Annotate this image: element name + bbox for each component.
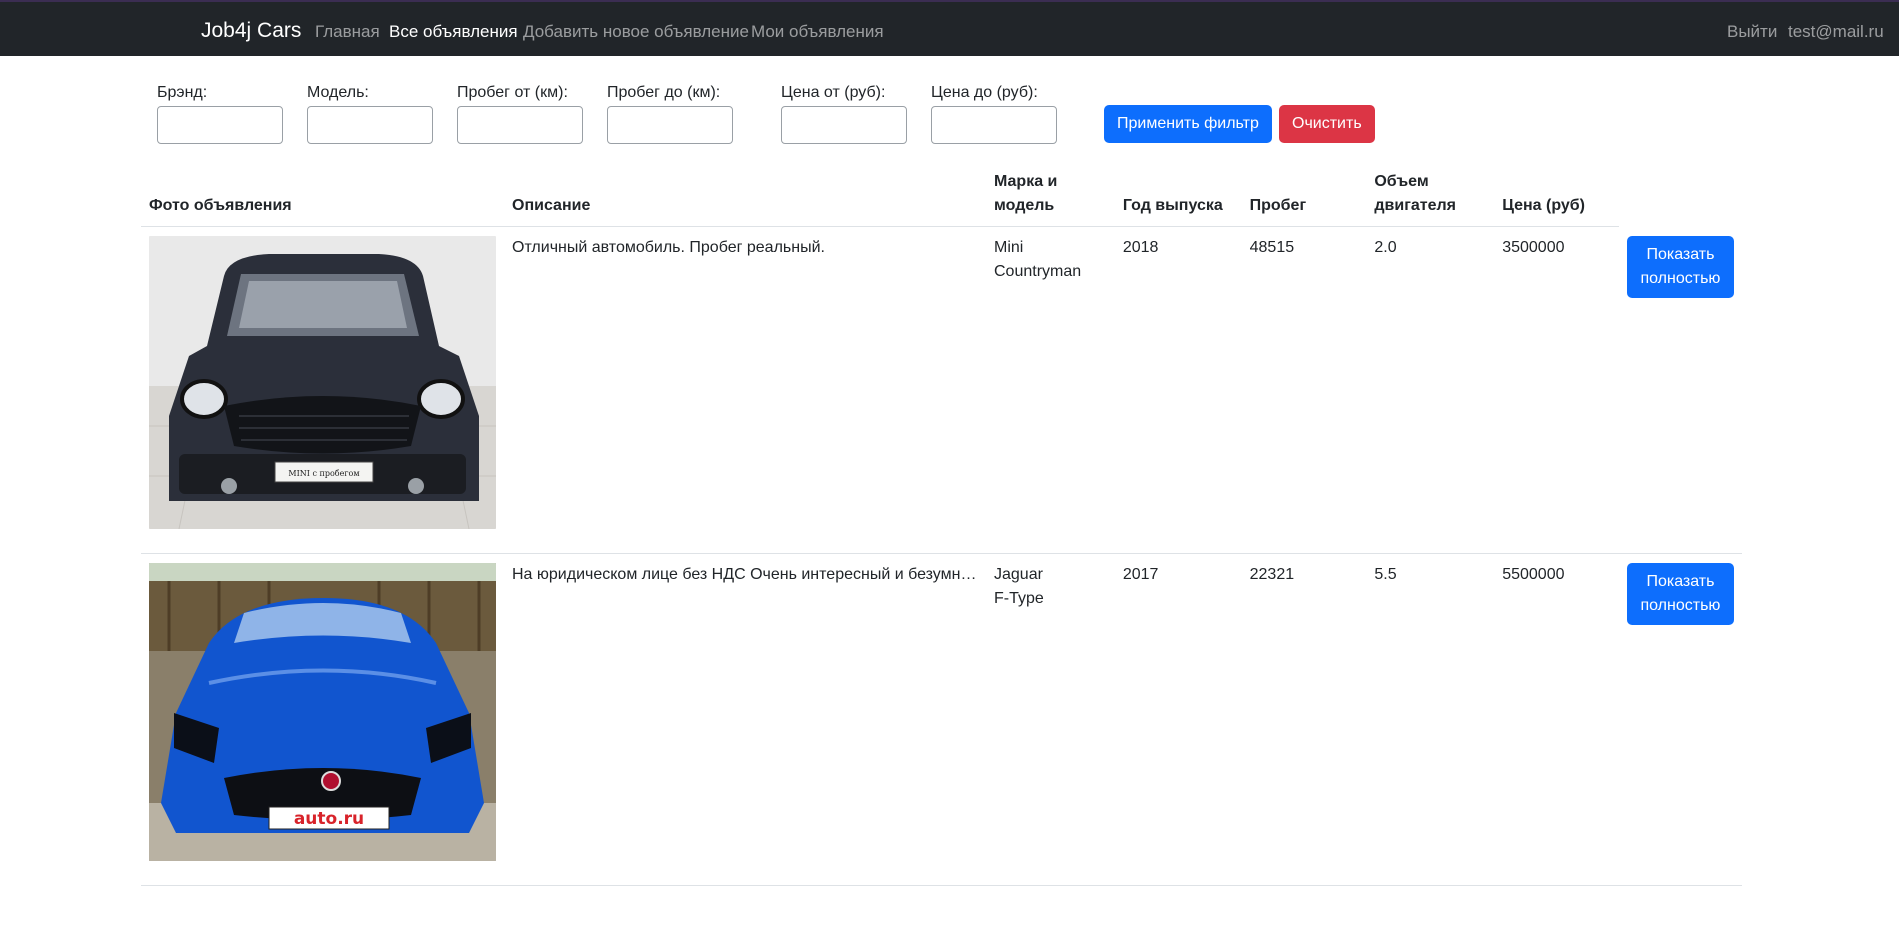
apply-filter-button[interactable]: Применить фильтр: [1104, 105, 1272, 143]
model-filter: Модель:: [307, 84, 433, 144]
engine-cell: 2.0: [1366, 226, 1495, 554]
col-price: Цена (руб): [1494, 166, 1619, 227]
photo-cell: MINI с пробегом: [141, 226, 504, 554]
mileage-cell: 22321: [1241, 553, 1367, 886]
nav-home[interactable]: Главная: [315, 22, 380, 42]
ad-description: Отличный автомобиль. Пробег реальный.: [512, 239, 825, 256]
car-make: Mini: [994, 239, 1024, 256]
brand-filter: Брэнд:: [157, 84, 283, 144]
table-row: auto.ru На юридическом лице без НДС Очен…: [141, 553, 1742, 886]
nav-logout[interactable]: Выйти: [1727, 22, 1777, 42]
brand-logo[interactable]: Job4j Cars: [201, 19, 301, 43]
filter-form: Брэнд: Модель: Пробег от (км): Пробег до…: [0, 84, 1899, 154]
mileage-from-input[interactable]: [457, 106, 583, 144]
price-from-filter: Цена от (руб):: [781, 84, 907, 144]
table-header-row: Фото объявления Описание Марка и модель …: [141, 166, 1742, 227]
table-row: MINI с пробегом Отличный автомобиль. Про…: [141, 226, 1742, 554]
make-model-cell: Jaguar F-Type: [986, 553, 1115, 886]
car-model: Countryman: [994, 263, 1082, 280]
price-cell: 3500000: [1494, 226, 1619, 554]
show-full-button[interactable]: Показать полностью: [1626, 563, 1734, 625]
price-from-input[interactable]: [781, 106, 907, 144]
car-photo-jaguar[interactable]: auto.ru: [149, 563, 496, 861]
col-mileage: Пробег: [1241, 166, 1367, 227]
ads-table: Фото объявления Описание Марка и модель …: [141, 166, 1742, 886]
car-photo-mini[interactable]: MINI с пробегом: [149, 236, 496, 529]
price-to-input[interactable]: [931, 106, 1057, 144]
price-cell: 5500000: [1494, 553, 1619, 886]
action-cell: Показать полностью: [1618, 553, 1742, 886]
photo-cell: auto.ru: [141, 553, 504, 886]
brand-input[interactable]: [157, 106, 283, 144]
col-make-model: Марка и модель: [986, 166, 1115, 227]
price-from-label: Цена от (руб):: [781, 84, 886, 101]
nav-add-ad[interactable]: Добавить новое объявление: [523, 22, 749, 42]
mileage-from-label: Пробег от (км):: [457, 84, 568, 101]
model-input[interactable]: [307, 106, 433, 144]
ad-description: На юридическом лице без НДС Очень интере…: [512, 566, 978, 583]
mileage-to-label: Пробег до (км):: [607, 84, 721, 101]
mini-plate-text: MINI с пробегом: [288, 469, 359, 478]
show-full-button[interactable]: Показать полностью: [1626, 235, 1734, 298]
make-model-cell: Mini Countryman: [986, 226, 1115, 554]
nav-my-ads[interactable]: Мои объявления: [751, 22, 884, 42]
col-engine: Объем двигателя: [1366, 166, 1495, 227]
nav-user-email[interactable]: test@mail.ru: [1788, 22, 1884, 42]
col-year: Год выпуска: [1114, 166, 1242, 227]
mileage-from-filter: Пробег от (км):: [457, 84, 583, 144]
jaguar-plate-text: auto.ru: [294, 809, 364, 829]
model-label: Модель:: [307, 84, 369, 101]
description-cell: Отличный автомобиль. Пробег реальный.: [504, 226, 986, 554]
description-cell: На юридическом лице без НДС Очень интере…: [504, 553, 986, 886]
clear-filter-button[interactable]: Очистить: [1279, 105, 1375, 143]
col-description: Описание: [504, 166, 986, 227]
nav-all-ads[interactable]: Все объявления: [389, 22, 518, 42]
car-make: Jaguar: [994, 566, 1043, 583]
engine-cell: 5.5: [1366, 553, 1495, 886]
top-navbar: Job4j Cars Главная Все объявления Добави…: [0, 0, 1899, 56]
col-actions: [1619, 166, 1742, 227]
action-cell: Показать полностью: [1618, 226, 1742, 554]
mileage-to-input[interactable]: [607, 106, 733, 144]
mileage-cell: 48515: [1241, 226, 1367, 554]
mileage-to-filter: Пробег до (км):: [607, 84, 733, 144]
price-to-label: Цена до (руб):: [931, 84, 1038, 101]
col-photo: Фото объявления: [141, 166, 504, 227]
year-cell: 2018: [1114, 226, 1242, 554]
price-to-filter: Цена до (руб):: [931, 84, 1057, 144]
car-model: F-Type: [994, 590, 1044, 607]
year-cell: 2017: [1114, 553, 1242, 886]
brand-label: Брэнд:: [157, 84, 208, 101]
